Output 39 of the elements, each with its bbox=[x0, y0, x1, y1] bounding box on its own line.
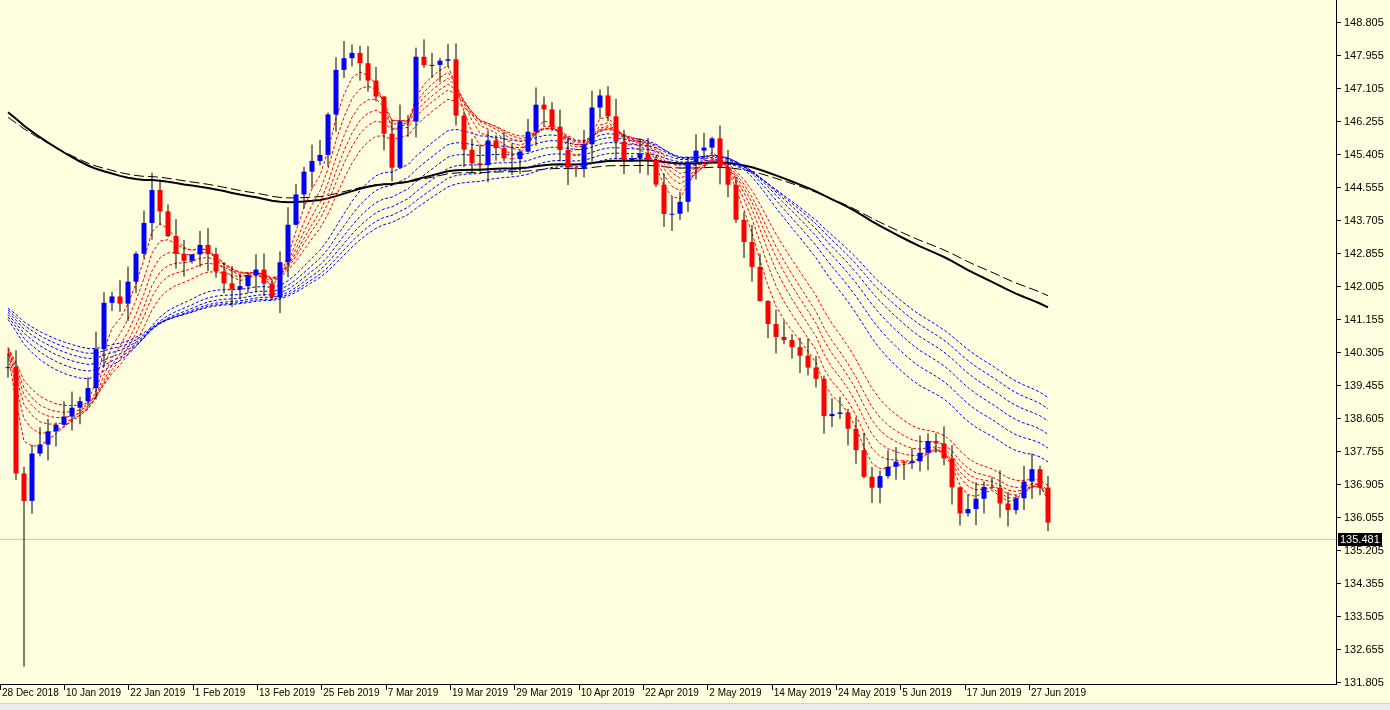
price-label: 132.655 bbox=[1344, 642, 1384, 656]
price-label: 131.805 bbox=[1344, 675, 1384, 689]
date-label: 13 Feb 2019 bbox=[259, 686, 316, 700]
price-label: 137.755 bbox=[1344, 444, 1384, 458]
price-label: 134.355 bbox=[1344, 576, 1384, 590]
price-label: 148.805 bbox=[1344, 15, 1384, 29]
date-label: 10 Jan 2019 bbox=[66, 686, 122, 700]
date-label: 5 Jun 2019 bbox=[902, 686, 952, 700]
price-label: 141.155 bbox=[1344, 312, 1384, 326]
date-label: 7 Mar 2019 bbox=[387, 686, 439, 700]
date-label: 1 Feb 2019 bbox=[194, 686, 246, 700]
price-label: 136.905 bbox=[1344, 477, 1384, 491]
price-label: 147.105 bbox=[1344, 81, 1384, 95]
price-label: 145.405 bbox=[1344, 147, 1384, 161]
price-label: 147.955 bbox=[1344, 48, 1384, 62]
price-label: 143.705 bbox=[1344, 213, 1384, 227]
date-label: 17 Jun 2019 bbox=[966, 686, 1022, 700]
date-label: 27 Jun 2019 bbox=[1030, 686, 1086, 700]
price-label: 140.305 bbox=[1344, 345, 1384, 359]
date-label: 28 Dec 2018 bbox=[2, 686, 59, 700]
date-label: 25 Feb 2019 bbox=[323, 686, 380, 700]
price-label: 138.605 bbox=[1344, 411, 1384, 425]
price-label: 142.005 bbox=[1344, 279, 1384, 293]
current-price-label: 135.481 bbox=[1338, 532, 1382, 546]
date-label: 22 Apr 2019 bbox=[644, 686, 699, 700]
date-label: 14 May 2019 bbox=[773, 686, 832, 700]
date-label: 2 May 2019 bbox=[709, 686, 762, 700]
price-label: 142.855 bbox=[1344, 246, 1384, 260]
date-label: 19 Mar 2019 bbox=[451, 686, 509, 700]
price-label: 144.555 bbox=[1344, 180, 1384, 194]
price-label: 136.055 bbox=[1344, 510, 1384, 524]
price-label: 146.255 bbox=[1344, 114, 1384, 128]
price-label: 133.505 bbox=[1344, 609, 1384, 623]
date-label: 22 Jan 2019 bbox=[130, 686, 186, 700]
date-label: 29 Mar 2019 bbox=[516, 686, 573, 700]
date-label: 24 May 2019 bbox=[837, 686, 896, 700]
price-label: 135.205 bbox=[1344, 543, 1384, 557]
date-label: 10 Apr 2019 bbox=[580, 686, 635, 700]
price-label: 139.455 bbox=[1344, 378, 1384, 392]
